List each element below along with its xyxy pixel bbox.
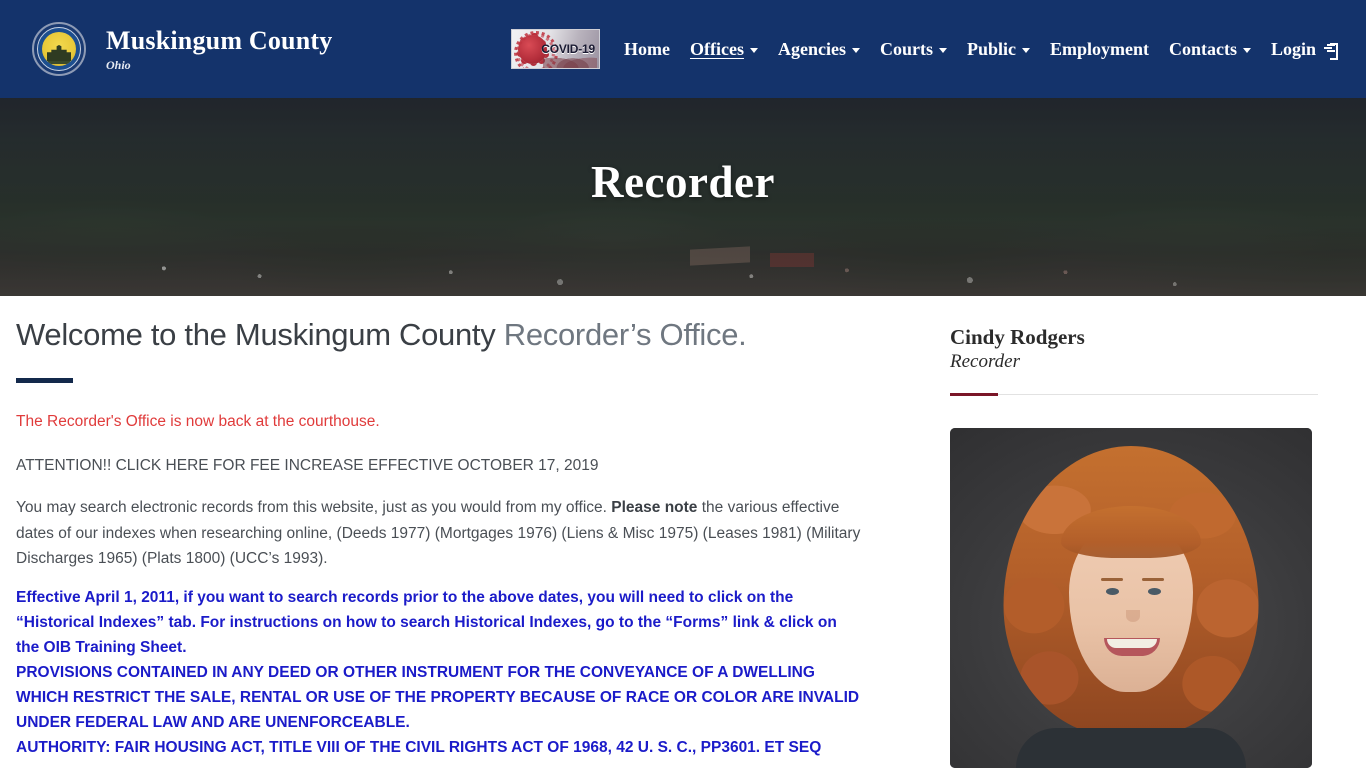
hero-banner: Recorder xyxy=(0,98,1366,296)
search-records-paragraph: You may search electronic records from t… xyxy=(16,495,870,570)
nav-label: Offices xyxy=(689,38,744,59)
nav-label: Login xyxy=(1270,38,1316,59)
welcome-heading-primary: Welcome to the Muskingum County xyxy=(16,317,496,352)
nav-label: Contacts xyxy=(1168,38,1237,59)
nav-item-courts[interactable]: Courts xyxy=(870,33,957,66)
heading-divider xyxy=(16,378,73,384)
login-arrow-icon xyxy=(1324,42,1338,60)
sidebar-column: Cindy Rodgers Recorder xyxy=(930,296,1366,768)
fee-increase-notice[interactable]: ATTENTION!! CLICK HERE FOR FEE INCREASE … xyxy=(16,453,870,478)
brand-title: Muskingum County xyxy=(106,25,333,55)
nav-label: Courts xyxy=(879,38,933,59)
nav-item-public[interactable]: Public xyxy=(957,33,1040,66)
nav-label: Public xyxy=(966,38,1016,59)
brand-block[interactable]: Muskingum County Ohio xyxy=(32,22,332,76)
nav-item-login[interactable]: Login xyxy=(1261,33,1348,66)
chevron-down-icon xyxy=(1021,48,1030,53)
chevron-down-icon xyxy=(851,48,860,53)
chevron-down-icon xyxy=(1242,48,1251,53)
please-note-bold: Please note xyxy=(611,499,698,517)
nav-item-home[interactable]: Home xyxy=(614,33,680,66)
sidebar-divider xyxy=(950,393,1318,397)
site-header: Muskingum County Ohio COVID-19 Home Offi… xyxy=(0,0,1366,98)
recorder-portrait-photo xyxy=(950,428,1312,768)
chevron-down-icon xyxy=(938,48,947,53)
covid-19-label: COVID-19 xyxy=(541,42,595,56)
nav-label: Employment xyxy=(1049,38,1149,59)
historical-indexes-notice: Effective April 1, 2011, if you want to … xyxy=(16,588,837,656)
main-navigation: COVID-19 Home Offices Agencies Courts Pu… xyxy=(511,29,1348,69)
nav-label: Agencies xyxy=(777,38,846,59)
welcome-heading-secondary: Recorder’s Office. xyxy=(495,317,747,352)
brand-subtitle: Ohio xyxy=(106,57,131,72)
covid-19-banner[interactable]: COVID-19 xyxy=(511,29,600,69)
fair-housing-provisions: PROVISIONS CONTAINED IN ANY DEED OR OTHE… xyxy=(16,664,860,732)
nav-item-contacts[interactable]: Contacts xyxy=(1159,33,1261,66)
page-content: Welcome to the Muskingum County Recorder… xyxy=(0,296,1366,768)
nav-item-agencies[interactable]: Agencies xyxy=(768,33,870,66)
page-title: Recorder xyxy=(591,157,775,207)
main-column: Welcome to the Muskingum County Recorder… xyxy=(0,296,930,768)
recorder-name: Cindy Rodgers xyxy=(950,325,1085,349)
chevron-down-icon xyxy=(749,48,758,53)
county-seal-icon xyxy=(32,22,86,76)
office-alert-text: The Recorder's Office is now back at the… xyxy=(16,413,380,431)
nav-item-employment[interactable]: Employment xyxy=(1040,33,1159,66)
recorder-role: Recorder xyxy=(950,350,1020,372)
search-records-text-1: You may search electronic records from t… xyxy=(16,499,612,517)
welcome-heading: Welcome to the Muskingum County Recorder… xyxy=(16,316,870,353)
fair-housing-authority: AUTHORITY: FAIR HOUSING ACT, TITLE VIII … xyxy=(16,739,822,757)
nav-item-offices[interactable]: Offices xyxy=(680,33,768,66)
nav-label: Home xyxy=(624,38,670,59)
